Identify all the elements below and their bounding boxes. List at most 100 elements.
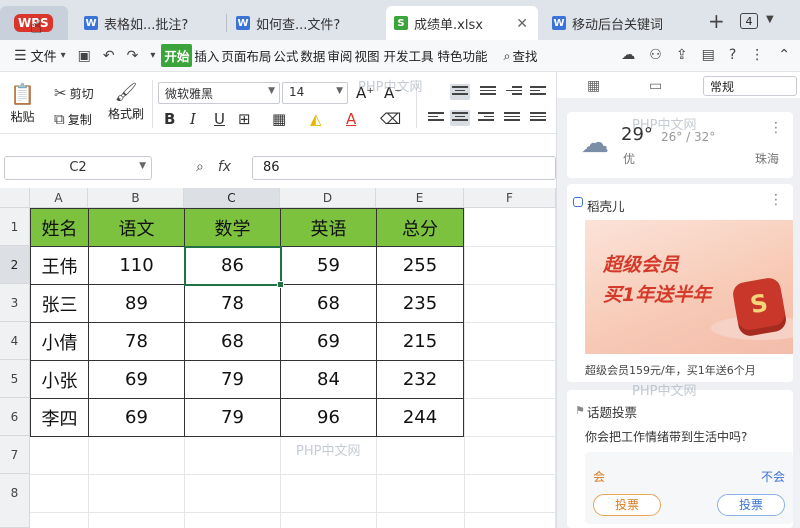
tab-spreadsheet-active[interactable]: S 成绩单.xlsx ✕ <box>386 6 538 40</box>
align-left-icon[interactable] <box>426 110 446 126</box>
docer-ad-card[interactable]: 稻壳儿 ⋮ 超级会员 买1年送半年 S 超级会员159元/年，买1年送6个月 <box>567 184 793 382</box>
menu-formulas[interactable]: 公式 <box>273 46 298 65</box>
italic-button[interactable]: I <box>190 110 196 128</box>
vote-yes-button[interactable]: 投票 <box>593 494 661 516</box>
cell-b2[interactable]: 110 <box>89 247 185 285</box>
redo-icon[interactable]: ↷ <box>127 48 139 64</box>
menu-insert[interactable]: 插入 <box>194 46 219 65</box>
copy-button[interactable]: ⧉ 复制 <box>54 110 92 128</box>
export-icon[interactable]: ⇪ <box>676 47 688 63</box>
menu-developer[interactable]: 开发工具 <box>383 46 433 65</box>
more-options-icon[interactable]: ⋮ <box>769 120 783 136</box>
menu-home[interactable]: 开始 <box>161 44 193 67</box>
column-header-b[interactable]: B <box>88 188 184 208</box>
header-cell-total[interactable]: 总分 <box>377 208 464 247</box>
cell-d6[interactable]: 96 <box>281 399 377 437</box>
cell-d4[interactable]: 69 <box>281 323 377 361</box>
header-cell-math[interactable]: 数学 <box>185 208 281 247</box>
ad-banner[interactable]: 超级会员 买1年送半年 S <box>585 220 793 354</box>
help-icon[interactable]: ? <box>729 47 736 63</box>
menu-data[interactable]: 数据 <box>300 46 325 65</box>
font-size-select[interactable]: 14 ▼ <box>282 82 348 104</box>
name-box[interactable]: C2 ▼ <box>4 156 152 180</box>
quick-access-more-icon[interactable]: ▾ <box>150 50 155 61</box>
row-header-4[interactable]: 4 <box>0 322 30 360</box>
paste-button[interactable]: 📋 粘贴 <box>10 82 35 125</box>
tab-doc-1[interactable]: W 表格如...批注? <box>76 6 224 40</box>
cell-e2[interactable]: 255 <box>377 247 464 285</box>
cell-d2[interactable]: 59 <box>281 247 377 285</box>
save-icon[interactable]: ▣ <box>78 48 91 64</box>
menu-page-layout[interactable]: 页面布局 <box>221 46 271 65</box>
calendar-icon[interactable]: ▤ <box>702 47 715 63</box>
shrink-font-button[interactable]: A⁻ <box>384 84 402 102</box>
more-options-icon[interactable]: ⋮ <box>750 47 764 63</box>
cell-a4[interactable]: 小倩 <box>30 323 89 361</box>
row-header-3[interactable]: 3 <box>0 284 30 322</box>
format-painter-button[interactable]: 🖌 格式刷 <box>108 82 144 122</box>
cell-e6[interactable]: 244 <box>377 399 464 437</box>
menu-search[interactable]: 查找 <box>513 46 538 65</box>
header-cell-chinese[interactable]: 语文 <box>89 208 185 247</box>
row-header-1[interactable]: 1 <box>0 208 30 246</box>
chevron-down-icon[interactable]: ▼ <box>766 14 774 25</box>
new-tab-button[interactable]: + <box>708 9 725 33</box>
column-header-d[interactable]: D <box>280 188 376 208</box>
grow-font-button[interactable]: A⁺ <box>356 84 374 102</box>
indent-icon[interactable] <box>504 84 524 100</box>
border-icon[interactable]: ⊞ <box>238 110 251 128</box>
column-header-c[interactable]: C <box>184 188 280 208</box>
cell-a6[interactable]: 李四 <box>30 399 89 437</box>
cell-c6[interactable]: 79 <box>185 399 281 437</box>
window-count-button[interactable]: 4 <box>740 13 758 29</box>
align-top-icon[interactable] <box>450 84 470 100</box>
header-cell-name[interactable]: 姓名 <box>30 208 89 247</box>
cell-a5[interactable]: 小张 <box>30 361 89 399</box>
collapse-ribbon-icon[interactable]: ⌃ <box>778 47 790 63</box>
menu-view[interactable]: 视图 <box>354 46 379 65</box>
underline-button[interactable]: U <box>214 110 225 128</box>
share-user-icon[interactable]: ⚇ <box>649 47 662 63</box>
cell-c2[interactable]: 86 <box>185 247 281 285</box>
undo-icon[interactable]: ↶ <box>103 48 115 64</box>
column-header-f[interactable]: F <box>464 188 556 208</box>
weather-city[interactable]: 珠海 <box>755 150 779 167</box>
menu-review[interactable]: 审阅 <box>327 46 352 65</box>
font-color-button[interactable]: A <box>346 110 356 128</box>
row-header-7[interactable]: 7 <box>0 436 30 474</box>
chevron-down-icon[interactable]: ▾ <box>61 50 66 61</box>
cell-e5[interactable]: 232 <box>377 361 464 399</box>
zoom-search-icon[interactable]: ⌕ <box>196 159 204 175</box>
cloud-sync-icon[interactable]: ☁ <box>621 47 635 63</box>
align-right-icon[interactable] <box>476 110 496 126</box>
close-tab-icon[interactable]: ✕ <box>516 16 528 32</box>
column-header-a[interactable]: A <box>30 188 88 208</box>
cell-b5[interactable]: 69 <box>89 361 185 399</box>
cut-button[interactable]: ✂ 剪切 <box>54 84 94 102</box>
align-center-icon[interactable] <box>450 110 470 126</box>
search-icon[interactable]: ⌕ <box>503 48 510 64</box>
cell-e3[interactable]: 235 <box>377 285 464 323</box>
cell-a2[interactable]: 王伟 <box>30 247 89 285</box>
number-format-select[interactable]: 常规 <box>703 76 797 96</box>
bold-button[interactable]: B <box>164 110 175 128</box>
hamburger-menu-icon[interactable]: ☰ <box>14 48 27 64</box>
cell-c5[interactable]: 79 <box>185 361 281 399</box>
eraser-icon[interactable]: ⌫ <box>380 110 401 128</box>
fill-pattern-icon[interactable]: ▦ <box>272 110 286 128</box>
fill-color-icon[interactable]: ◭ <box>310 110 322 128</box>
vote-no-button[interactable]: 投票 <box>717 494 785 516</box>
header-cell-english[interactable]: 英语 <box>281 208 377 247</box>
cell-c3[interactable]: 78 <box>185 285 281 323</box>
formula-input[interactable]: 86 <box>252 156 556 180</box>
cell-c4[interactable]: 68 <box>185 323 281 361</box>
menu-special[interactable]: 特色功能 <box>437 46 487 65</box>
cell-format-icon[interactable]: ▭ <box>649 78 662 94</box>
cell-d3[interactable]: 68 <box>281 285 377 323</box>
column-header-e[interactable]: E <box>376 188 464 208</box>
tab-doc-4[interactable]: W 移动后台关键词 <box>544 6 696 40</box>
cell-b6[interactable]: 69 <box>89 399 185 437</box>
table-style-icon[interactable]: ▦ <box>587 78 600 94</box>
row-header-6[interactable]: 6 <box>0 398 30 436</box>
wrap-text-icon[interactable] <box>528 84 548 100</box>
